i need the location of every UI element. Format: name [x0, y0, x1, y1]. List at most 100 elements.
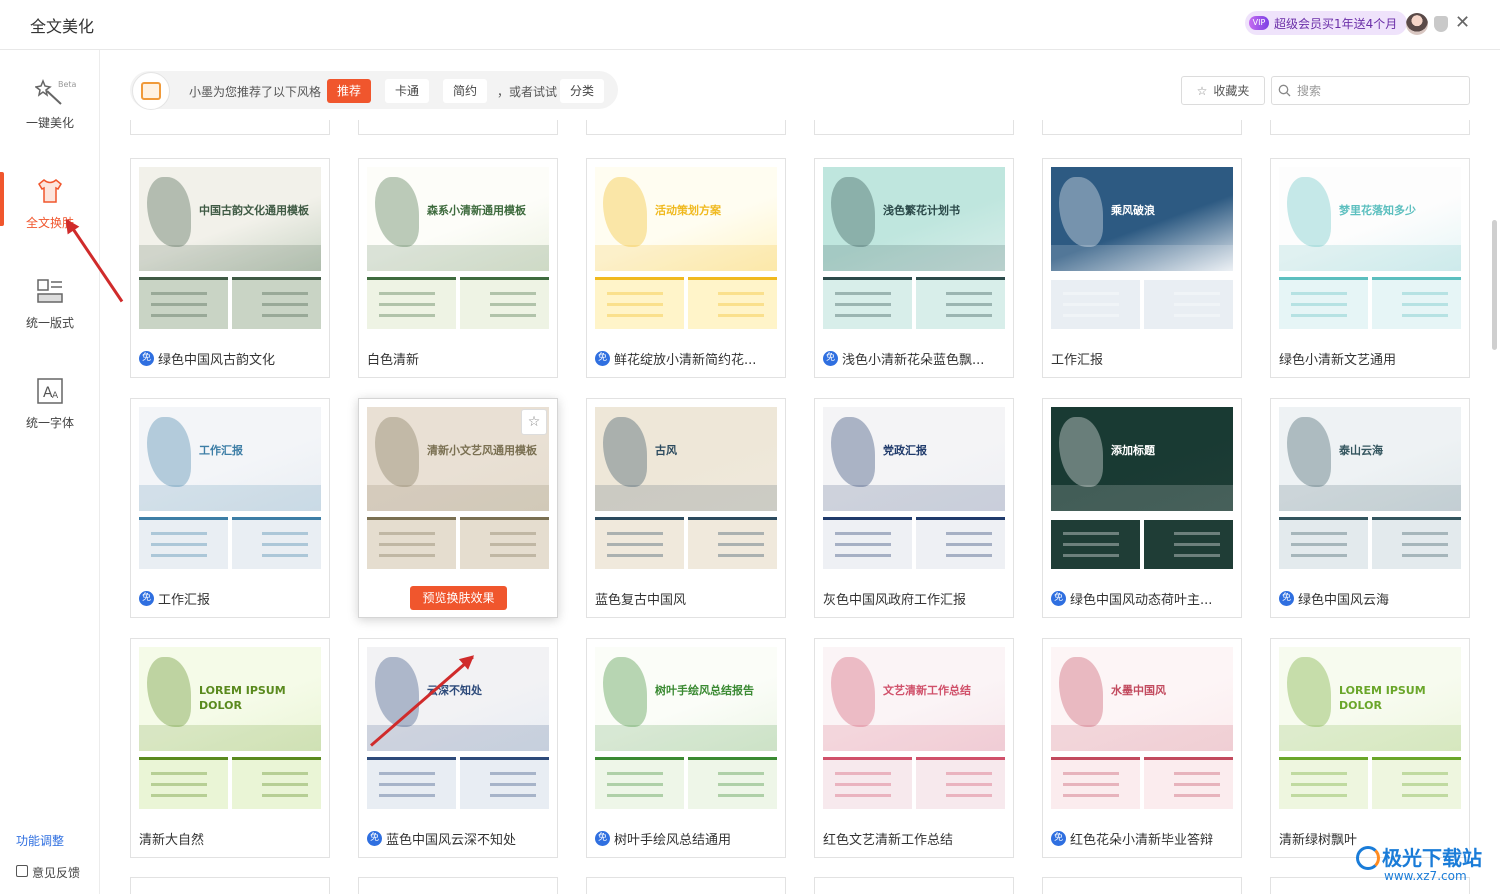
thumbnail-sub-slide [595, 517, 684, 569]
thumbnail-decoration [1051, 725, 1233, 751]
font-icon: AA [35, 376, 65, 406]
svg-text:A: A [52, 391, 59, 401]
template-thumbnail: 浅色繁花计划书 [823, 167, 1005, 329]
scrollbar[interactable] [1492, 220, 1497, 350]
thumbnail-slide-title: 清新小文艺风通用模板 [427, 444, 537, 457]
template-card[interactable]: 水墨中国风免红色花朵小清新毕业答辩 [1042, 638, 1242, 858]
thumbnail-text-line [490, 292, 536, 295]
feature-adjust-link[interactable]: 功能调整 [16, 832, 64, 849]
thumbnail-sub-slide [1279, 277, 1368, 329]
template-card[interactable]: 活动策划方案免鲜花绽放小清新简约花... [586, 158, 786, 378]
free-badge: 免 [1051, 591, 1066, 606]
thumbnail-decoration [1059, 657, 1103, 727]
thumbnail-text-line [607, 543, 663, 546]
sidebar-item-reskin[interactable]: 全文换肤 [0, 160, 100, 240]
template-card[interactable]: 古风 蓝色复古中国风 [586, 398, 786, 618]
search-input[interactable] [1297, 83, 1457, 98]
thumbnail-decoration [367, 485, 549, 511]
template-card[interactable]: 浅色繁花计划书免浅色小清新花朵蓝色飘... [814, 158, 1014, 378]
thumbnail-text-line [946, 292, 992, 295]
thumbnail-text-line [379, 292, 435, 295]
thumbnail-main-slide: LOREM IPSUM DOLOR [139, 647, 321, 751]
template-card[interactable]: 工作汇报免工作汇报 [130, 398, 330, 618]
beta-badge: Beta [58, 80, 77, 89]
thumbnail-sub-slide [1051, 757, 1140, 809]
thumbnail-text-line [379, 554, 435, 557]
thumbnail-decoration [1051, 245, 1233, 271]
feedback-link[interactable]: 意见反馈 [16, 864, 80, 881]
template-card[interactable]: 添加标题免绿色中国风动态荷叶主... [1042, 398, 1242, 618]
thumbnail-text-line [151, 794, 207, 797]
template-card[interactable]: LOREM IPSUM DOLOR 清新大自然 [130, 638, 330, 858]
favorite-star-icon[interactable]: ☆ [521, 409, 547, 435]
thumbnail-main-slide: 森系小清新通用模板 [367, 167, 549, 271]
template-card[interactable]: LOREM IPSUM DOLOR 清新绿树飘叶 [1270, 638, 1470, 858]
vip-promo-button[interactable]: VIP 超级会员买1年送4个月 [1245, 11, 1408, 35]
thumbnail-text-line [1063, 292, 1119, 295]
thumbnail-text-line [1291, 783, 1347, 786]
template-card[interactable]: 森系小清新通用模板 白色清新 [358, 158, 558, 378]
thumbnail-text-line [1063, 543, 1119, 546]
sidebar-item-layout[interactable]: 统一版式 [0, 260, 100, 340]
close-icon[interactable]: ✕ [1455, 12, 1470, 33]
thumbnail-slide-title: 古风 [655, 444, 677, 457]
chip-recommend[interactable]: 推荐 [327, 79, 372, 103]
template-card[interactable]: 党政汇报 灰色中国风政府工作汇报 [814, 398, 1014, 618]
template-title-label: 鲜花绽放小清新简约花... [614, 353, 757, 368]
template-title: 免蓝色中国风云深不知处 [367, 829, 553, 848]
thumbnail-decoration [1059, 177, 1103, 247]
preview-reskin-button[interactable]: 预览换肤效果 [410, 586, 507, 610]
thumbnail-sub-slide [367, 757, 456, 809]
template-card[interactable]: 梦里花落知多少 绿色小清新文艺通用 [1270, 158, 1470, 378]
template-thumbnail: 梦里花落知多少 [1279, 167, 1461, 329]
search-box[interactable] [1271, 76, 1470, 105]
chip-cartoon[interactable]: 卡通 [385, 79, 430, 103]
thumbnail-sub-slide [916, 757, 1005, 809]
template-title-label: 浅色小清新花朵蓝色飘... [842, 353, 985, 368]
watermark-icon [1356, 846, 1380, 870]
template-title: 免鲜花绽放小清新简约花... [595, 349, 781, 368]
shield-icon[interactable] [1434, 16, 1448, 32]
template-card[interactable]: 树叶手绘风总结报告免树叶手绘风总结通用 [586, 638, 786, 858]
chip-category[interactable]: 分类 [560, 79, 605, 103]
template-card-partial [586, 877, 786, 894]
chip-simple[interactable]: 简约 [443, 79, 488, 103]
favorites-button[interactable]: ☆ 收藏夹 [1181, 76, 1265, 105]
thumbnail-text-line [835, 543, 891, 546]
avatar[interactable] [1406, 13, 1428, 35]
thumbnail-sub-slide [916, 517, 1005, 569]
thumbnail-decoration [375, 177, 419, 247]
thumbnail-sub-slide [460, 757, 549, 809]
sidebar-item-beautify[interactable]: Beta 一键美化 [0, 60, 100, 140]
thumbnail-text-line [946, 314, 992, 317]
feedback-icon [16, 865, 28, 877]
thumbnail-decoration [1059, 417, 1103, 487]
template-card[interactable]: 泰山云海免绿色中国风云海 [1270, 398, 1470, 618]
template-card[interactable]: 乘风破浪 工作汇报 [1042, 158, 1242, 378]
template-title: 灰色中国风政府工作汇报 [823, 589, 1009, 608]
template-card-partial [814, 877, 1014, 894]
sidebar-item-font[interactable]: AA 统一字体 [0, 360, 100, 440]
template-card[interactable]: 清新小文艺风通用模板 ☆ 预览换肤效果 [358, 398, 558, 618]
thumbnail-sub-slide [1144, 277, 1233, 329]
thumbnail-text-line [262, 303, 308, 306]
template-card-partial [358, 877, 558, 894]
thumbnail-text-line [718, 772, 764, 775]
thumbnail-sub-slide [823, 277, 912, 329]
thumbnail-slide-title: 中国古韵文化通用模板 [199, 204, 309, 217]
template-thumbnail: 水墨中国风 [1051, 647, 1233, 809]
free-badge: 免 [595, 831, 610, 846]
template-card[interactable]: 文艺清新工作总结 红色文艺清新工作总结 [814, 638, 1014, 858]
thumbnail-text-line [718, 783, 764, 786]
thumbnail-sub-slide [367, 277, 456, 329]
free-badge: 免 [1051, 831, 1066, 846]
thumbnail-decoration [1279, 725, 1461, 751]
thumbnail-sub-slide [1279, 757, 1368, 809]
thumbnail-text-line [1402, 314, 1448, 317]
thumbnail-text-line [718, 554, 764, 557]
template-card-partial [1270, 120, 1470, 135]
template-card[interactable]: 中国古韵文化通用模板免绿色中国风古韵文化 [130, 158, 330, 378]
thumbnail-text-line [490, 543, 536, 546]
thumbnail-decoration [831, 177, 875, 247]
thumbnail-text-line [490, 532, 536, 535]
